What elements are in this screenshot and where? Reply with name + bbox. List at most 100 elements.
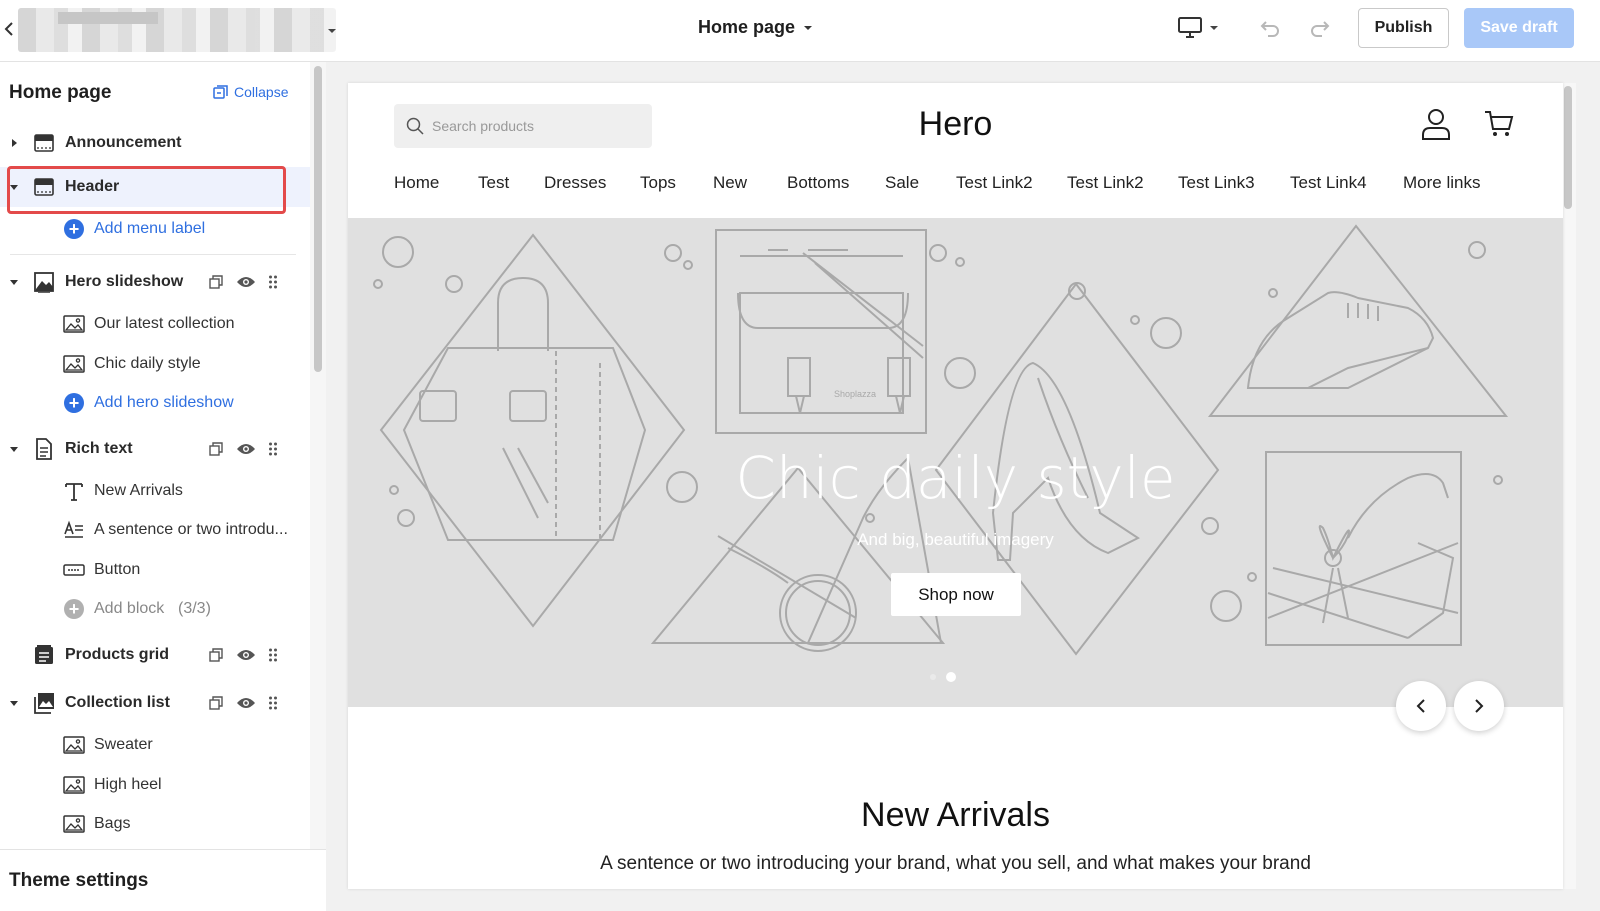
store-name-blurred[interactable] [18,8,336,52]
collection-icon [34,693,54,714]
section-label: Hero slideshow [65,273,184,290]
sidebar-scrollbar[interactable] [314,66,322,372]
nav-link[interactable]: Home [394,173,478,193]
header-section-icon [34,178,54,196]
section-actions [208,274,278,290]
add-block-label: Add block [94,600,165,617]
nav-link[interactable]: New [713,173,787,193]
caret-down-icon[interactable] [9,182,19,192]
eye-icon[interactable] [236,647,256,663]
caret-down-icon[interactable] [327,26,337,36]
next-slide-button[interactable] [1454,681,1504,731]
account-icon[interactable] [1421,108,1451,140]
save-draft-button[interactable]: Save draft [1464,8,1574,48]
chevron-right-icon [1475,699,1484,713]
section-label: Rich text [65,440,133,457]
nav-link[interactable]: More links [1403,173,1503,193]
block-item[interactable]: A sentence or two introdu... [0,510,310,550]
caret-down-icon[interactable] [9,277,19,287]
top-bar: Home page Publish Save draft [0,0,1600,62]
block-item[interactable]: Chic daily style [0,344,310,384]
section-label: Announcement [65,134,182,151]
block-item[interactable]: Button [0,550,310,590]
section-products-grid[interactable]: Products grid [0,635,310,675]
new-arrivals-heading: New Arrivals [861,796,1050,834]
nav-link[interactable]: Tops [640,173,713,193]
collapse-label: Collapse [234,84,289,100]
duplicate-icon[interactable] [208,695,224,711]
nav-link[interactable]: Bottoms [787,173,885,193]
sidebar-title: Home page [9,82,112,103]
block-item[interactable]: Sweater [0,725,310,765]
cart-icon[interactable] [1484,110,1514,138]
hero-illustration-text: Shoplazza [834,389,876,399]
theme-settings-label: Theme settings [9,870,149,891]
add-hero-slideshow-row[interactable]: + Add hero slideshow [0,383,310,423]
nav-link[interactable]: Test Link4 [1290,173,1403,193]
add-block-count: (3/3) [178,600,211,617]
previous-slide-button[interactable] [1396,681,1446,731]
section-actions [208,647,278,663]
section-collection-list[interactable]: Collection list [0,683,310,723]
image-icon [63,315,85,333]
nav-link[interactable]: Test [478,173,544,193]
block-label: A sentence or two introdu... [94,521,288,538]
nav-link[interactable]: Test Link2 [1067,173,1178,193]
eye-icon[interactable] [236,274,256,290]
block-label: Button [94,561,141,578]
redo-icon[interactable] [1309,17,1331,39]
section-header[interactable]: Header [0,167,310,207]
caret-right-icon[interactable] [9,138,19,148]
drag-handle-icon[interactable] [268,695,278,711]
duplicate-icon[interactable] [208,441,224,457]
duplicate-icon[interactable] [208,647,224,663]
back-icon[interactable] [4,22,18,36]
slide-indicator-active[interactable] [946,672,956,682]
block-item[interactable]: New Arrivals [0,471,310,511]
eye-icon[interactable] [236,695,256,711]
block-label: Chic daily style [94,355,201,372]
hero-title: Chic daily style [735,444,1176,512]
drag-handle-icon[interactable] [268,274,278,290]
nav-link[interactable]: Test Link2 [956,173,1067,193]
publish-button[interactable]: Publish [1358,8,1449,48]
section-announcement[interactable]: Announcement [0,123,310,163]
nav-link[interactable]: Dresses [544,173,640,193]
page-selector[interactable]: Home page [698,17,813,38]
nav-link[interactable]: Sale [885,173,956,193]
store-logo-text[interactable]: Hero [348,105,1563,144]
slide-indicator[interactable] [930,674,936,680]
theme-settings[interactable]: Theme settings [0,849,326,911]
caret-down-icon[interactable] [9,444,19,454]
duplicate-icon[interactable] [208,274,224,290]
section-hero-slideshow[interactable]: Hero slideshow [0,262,310,302]
drag-handle-icon[interactable] [268,441,278,457]
nav-link[interactable]: Test Link3 [1178,173,1290,193]
block-item[interactable]: High heel [0,765,310,805]
undo-icon[interactable] [1259,17,1281,39]
eye-icon[interactable] [236,441,256,457]
desktop-icon [1178,17,1202,38]
add-block-row: + Add block (3/3) [0,589,310,629]
add-icon: + [64,599,86,619]
main-navigation: Home Test Dresses Tops New Bottoms Sale … [394,173,1503,193]
shop-now-button[interactable]: Shop now [891,573,1021,616]
device-switcher[interactable] [1177,16,1219,40]
caret-down-icon[interactable] [9,698,19,708]
section-actions [208,441,278,457]
collapse-icon [213,84,228,99]
image-icon [63,355,85,373]
block-item[interactable]: Bags [0,804,310,844]
section-label: Header [65,178,120,195]
drag-handle-icon[interactable] [268,647,278,663]
section-rich-text[interactable]: Rich text [0,429,310,469]
block-item[interactable]: Our latest collection [0,304,310,344]
section-actions [208,695,278,711]
text-icon [65,483,83,501]
collapse-button[interactable]: Collapse [213,84,288,100]
add-menu-label-row[interactable]: + Add menu label [0,209,310,249]
hero-slideshow[interactable]: Shoplazza Chic daily style And big, beau… [348,218,1563,707]
preview-scrollbar[interactable] [1564,86,1572,209]
button-icon [63,564,85,576]
page-selector-label: Home page [698,17,796,37]
